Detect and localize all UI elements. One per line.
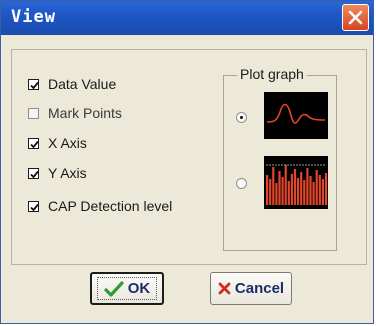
option-mark-points[interactable]: Mark Points (28, 103, 122, 123)
plot-graph-title: Plot graph (237, 66, 307, 82)
cancel-label: Cancel (234, 280, 285, 297)
ok-label: OK (127, 280, 151, 297)
close-button[interactable] (342, 4, 369, 31)
ok-button[interactable]: OK (90, 272, 164, 305)
radio-bar-plot[interactable] (236, 178, 247, 189)
checkbox[interactable] (28, 167, 39, 179)
radio-line-plot[interactable] (236, 112, 247, 123)
checkmark-icon (30, 170, 39, 178)
checkmark-icon (30, 81, 39, 89)
line-plot-thumbnail[interactable] (264, 92, 328, 139)
option-y-axis[interactable]: Y Axis (28, 163, 87, 183)
option-data-value[interactable]: Data Value (28, 74, 116, 94)
checkbox[interactable] (28, 78, 39, 90)
view-dialog: View Data Value Mark Points X Axis Y Axi… (0, 0, 374, 324)
window-title: View (11, 7, 56, 27)
checkmark-icon (30, 140, 39, 148)
option-x-axis[interactable]: X Axis (28, 133, 87, 153)
close-icon (348, 10, 363, 25)
option-label: Data Value (48, 76, 117, 92)
option-label: X Axis (48, 135, 87, 151)
x-icon (218, 282, 231, 295)
checkbox[interactable] (28, 200, 39, 212)
ok-focus-rect: OK (96, 277, 158, 300)
checkmark-icon (104, 280, 124, 297)
bar-plot-thumbnail[interactable] (264, 156, 328, 209)
cancel-button[interactable]: Cancel (210, 272, 292, 305)
checkbox[interactable] (28, 107, 39, 119)
dialog-body: Data Value Mark Points X Axis Y Axis CAP… (4, 35, 370, 320)
option-label: Y Axis (48, 165, 87, 181)
checkbox[interactable] (28, 137, 39, 149)
checkmark-icon (30, 203, 39, 211)
option-cap-detection-level[interactable]: CAP Detection level (28, 196, 172, 216)
waveform-icon (266, 103, 326, 124)
option-label: Mark Points (48, 105, 122, 121)
option-label: CAP Detection level (48, 198, 173, 214)
title-bar[interactable]: View (1, 1, 373, 35)
radio-selected-dot (240, 116, 243, 119)
bar-histogram-icon (266, 164, 328, 205)
